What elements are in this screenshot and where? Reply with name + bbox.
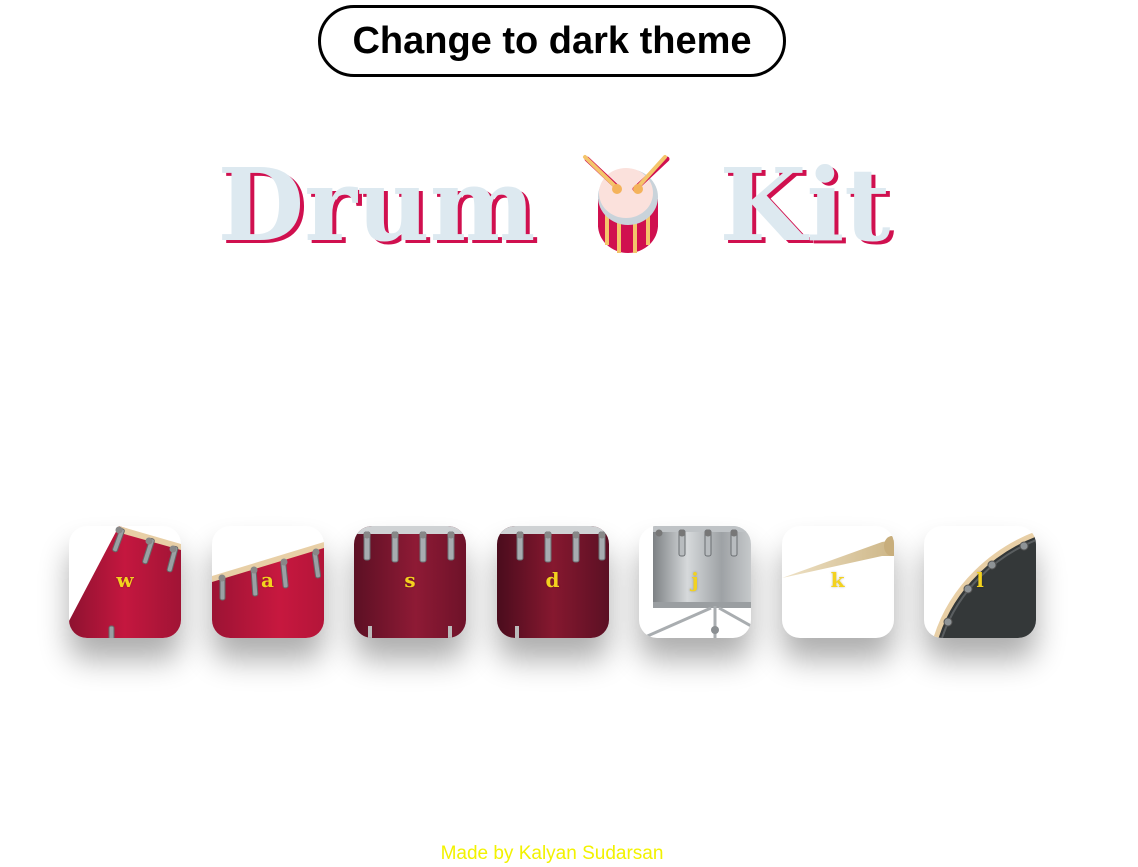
title-word-drum: Drum [217,146,536,264]
drum-pads: w a s d j k l [69,526,1036,638]
drum-pad-k[interactable]: k [781,526,894,638]
drum-pad-w[interactable]: w [69,526,181,638]
page-title: Drum Kit [0,150,1108,260]
change-theme-button[interactable]: Change to dark theme [318,5,786,77]
drum-kit-page: Change to dark theme Drum Kit w a s d j … [0,0,1138,867]
drum-pad-s[interactable]: s [354,526,466,638]
pad-key-label: w [116,568,134,592]
pad-key-label: j [691,568,699,592]
pad-key-label: d [545,568,560,592]
drum-pad-l[interactable]: l [924,526,1036,638]
pad-key-label: l [976,568,984,592]
title-word-kit: Kit [719,146,891,264]
pad-key-label: k [830,568,845,592]
drum-icon [581,153,673,257]
drum-pad-a[interactable]: a [211,526,324,638]
pad-key-label: s [404,568,416,592]
footer-credit: Made by Kalyan Sudarsan [440,843,664,864]
drum-pad-d[interactable]: d [496,526,609,638]
drum-pad-j[interactable]: j [639,526,751,638]
pad-key-label: a [261,568,274,592]
